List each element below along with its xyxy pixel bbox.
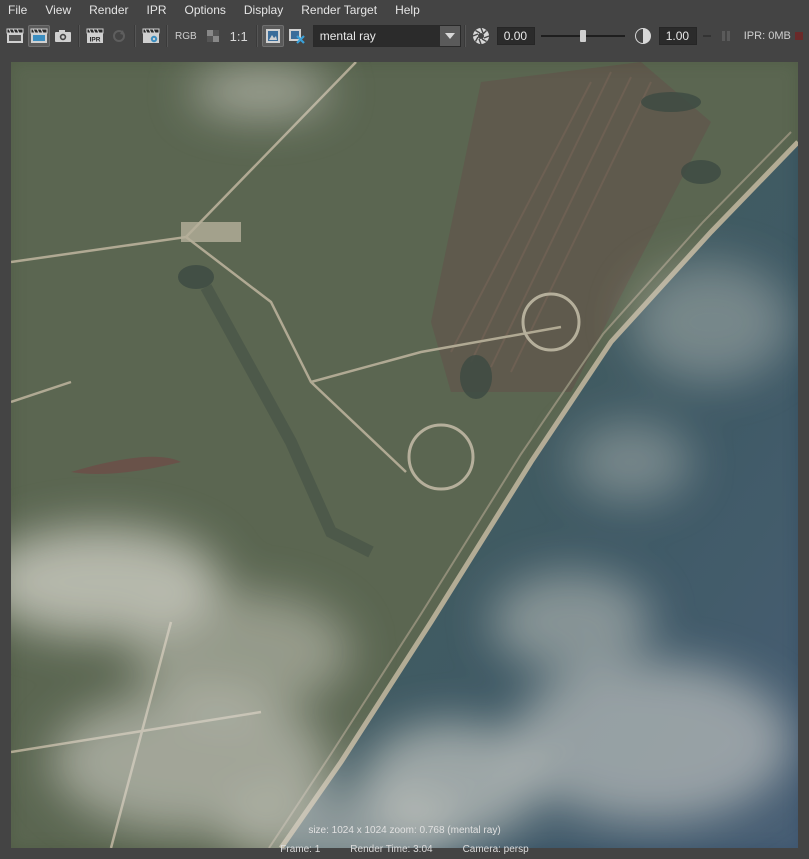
chevron-down-icon bbox=[439, 26, 460, 46]
toolbar-divider bbox=[255, 25, 258, 47]
remove-image-button[interactable] bbox=[286, 25, 308, 47]
exposure-icon bbox=[472, 27, 490, 45]
refresh-ipr-icon bbox=[110, 28, 128, 44]
menu-ipr[interactable]: IPR bbox=[138, 0, 176, 21]
exposure-slider[interactable] bbox=[540, 27, 625, 45]
toolbar-divider bbox=[166, 25, 168, 47]
gamma-button[interactable] bbox=[632, 25, 654, 47]
renderer-value: mental ray bbox=[319, 29, 376, 43]
exposure-field[interactable]: 0.00 bbox=[496, 27, 535, 45]
alpha-channel-icon bbox=[205, 28, 221, 44]
renderer-dropdown[interactable]: mental ray bbox=[312, 25, 461, 47]
menu-render-target[interactable]: Render Target bbox=[292, 0, 386, 21]
toolbar-divider bbox=[463, 25, 466, 47]
gamma-field[interactable]: 1.00 bbox=[658, 27, 697, 45]
keep-image-button[interactable] bbox=[261, 25, 284, 47]
snapshot-button[interactable] bbox=[52, 25, 74, 47]
gamma-icon bbox=[634, 27, 652, 45]
rgb-channel-button[interactable]: RGB bbox=[171, 31, 201, 42]
camera-info: Camera: persp bbox=[462, 844, 529, 855]
exposure-slider-handle[interactable] bbox=[579, 30, 586, 42]
svg-text:IPR: IPR bbox=[90, 37, 101, 44]
toolbar-divider bbox=[134, 25, 136, 47]
menu-display[interactable]: Display bbox=[235, 0, 292, 21]
render-settings-icon bbox=[142, 28, 160, 44]
pause-icon bbox=[721, 30, 731, 42]
refresh-ipr-button[interactable] bbox=[108, 25, 130, 47]
ipr-render-icon: IPR bbox=[86, 28, 104, 44]
render-toolbar: IPR RGB 1:1 mental ray 0.00 1.00 IPR: 0M… bbox=[0, 21, 809, 51]
render-time-info: Render Time: 3:04 bbox=[350, 844, 433, 855]
pause-ipr-button[interactable] bbox=[715, 25, 737, 47]
stop-render-button[interactable] bbox=[792, 25, 806, 47]
redo-render-button[interactable] bbox=[28, 25, 50, 47]
render-view[interactable] bbox=[11, 62, 798, 848]
menu-render[interactable]: Render bbox=[80, 0, 137, 21]
real-size-button[interactable]: 1:1 bbox=[225, 29, 253, 44]
menu-help[interactable]: Help bbox=[386, 0, 429, 21]
render-size-info: size: 1024 x 1024 zoom: 0.768 (mental ra… bbox=[308, 825, 501, 836]
menu-options[interactable]: Options bbox=[176, 0, 235, 21]
remove-image-icon bbox=[288, 28, 306, 44]
render-frame-button[interactable] bbox=[4, 25, 26, 47]
render-frame-icon bbox=[6, 28, 24, 44]
menu-bar: File View Render IPR Options Display Ren… bbox=[0, 0, 809, 21]
ipr-render-button[interactable]: IPR bbox=[84, 25, 106, 47]
keep-image-icon bbox=[265, 28, 281, 44]
frame-info: Frame: 1 bbox=[280, 844, 321, 855]
ipr-memory-label: IPR: 0MB bbox=[743, 30, 791, 42]
toolbar-divider bbox=[78, 25, 80, 47]
rendered-aerial-image bbox=[11, 62, 798, 848]
redo-render-icon bbox=[30, 28, 48, 44]
render-status-line: Frame: 1 Render Time: 3:04 Camera: persp bbox=[0, 843, 809, 859]
exposure-button[interactable] bbox=[470, 25, 492, 47]
alpha-channel-button[interactable] bbox=[202, 25, 224, 47]
snapshot-icon bbox=[54, 29, 72, 43]
stop-icon bbox=[794, 31, 804, 41]
render-settings-button[interactable] bbox=[140, 25, 162, 47]
menu-file[interactable]: File bbox=[0, 0, 36, 21]
gamma-slider-stub bbox=[702, 35, 711, 37]
menu-view[interactable]: View bbox=[36, 0, 80, 21]
